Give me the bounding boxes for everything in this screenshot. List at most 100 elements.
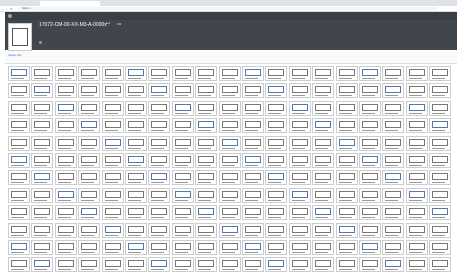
thumbnail-item[interactable] xyxy=(31,187,54,203)
thumbnail-item[interactable] xyxy=(242,153,264,168)
thumbnail-item[interactable] xyxy=(218,222,241,238)
thumbnail-item[interactable] xyxy=(429,170,452,186)
thumbnail-item[interactable] xyxy=(218,153,241,168)
thumbnail-item[interactable] xyxy=(171,66,194,81)
thumbnail-item[interactable] xyxy=(288,187,311,203)
thumbnail-item[interactable] xyxy=(382,135,405,151)
thumbnail-item[interactable] xyxy=(195,257,218,273)
thumbnail-item[interactable] xyxy=(171,83,194,99)
thumbnail-item[interactable] xyxy=(429,66,452,81)
thumbnail-item[interactable] xyxy=(359,170,381,186)
thumbnail-item[interactable] xyxy=(312,205,335,221)
thumbnail-item[interactable] xyxy=(195,187,218,203)
thumbnail-item[interactable] xyxy=(359,153,381,168)
thumbnail-item[interactable] xyxy=(288,135,311,151)
thumbnail-item[interactable] xyxy=(101,205,124,221)
thumbnail-item[interactable] xyxy=(359,118,381,134)
thumbnail-item[interactable] xyxy=(312,170,335,186)
thumbnail-item[interactable] xyxy=(125,170,147,186)
thumbnail-item[interactable] xyxy=(125,100,147,116)
thumbnail-item[interactable] xyxy=(54,240,77,255)
thumbnail-item[interactable] xyxy=(31,257,54,273)
thumbnail-item[interactable] xyxy=(54,187,77,203)
thumbnail-item[interactable] xyxy=(382,100,405,116)
thumbnail-item[interactable] xyxy=(195,118,218,134)
thumbnail-item[interactable] xyxy=(265,118,288,134)
thumbnail-item[interactable] xyxy=(195,205,218,221)
thumbnail-item[interactable] xyxy=(429,135,452,151)
thumbnail-item[interactable] xyxy=(359,135,381,151)
thumbnail-item[interactable] xyxy=(8,118,30,134)
thumbnail-item[interactable] xyxy=(171,187,194,203)
thumbnail-item[interactable] xyxy=(288,118,311,134)
thumbnail-item[interactable] xyxy=(31,170,54,186)
thumbnail-item[interactable] xyxy=(54,170,77,186)
thumbnail-item[interactable] xyxy=(171,135,194,151)
thumbnail-item[interactable] xyxy=(8,153,30,168)
thumbnail-item[interactable] xyxy=(265,66,288,81)
thumbnail-item[interactable] xyxy=(265,240,288,255)
thumbnail-item[interactable] xyxy=(148,66,171,81)
thumbnail-item[interactable] xyxy=(312,187,335,203)
thumbnail-item[interactable] xyxy=(242,257,264,273)
thumbnail-item[interactable] xyxy=(242,83,264,99)
thumbnail-item[interactable] xyxy=(218,100,241,116)
thumbnail-item[interactable] xyxy=(382,222,405,238)
thumbnail-item[interactable] xyxy=(359,100,381,116)
thumbnail-item[interactable] xyxy=(218,66,241,81)
thumbnail-item[interactable] xyxy=(8,222,30,238)
thumbnail-item[interactable] xyxy=(195,240,218,255)
thumbnail-item[interactable] xyxy=(148,240,171,255)
thumbnail-item[interactable] xyxy=(335,205,358,221)
thumbnail-item[interactable] xyxy=(335,240,358,255)
thumbnail-item[interactable] xyxy=(101,118,124,134)
thumbnail-item[interactable] xyxy=(78,118,101,134)
thumbnail-item[interactable] xyxy=(148,118,171,134)
thumbnail-item[interactable] xyxy=(78,240,101,255)
thumbnail-item[interactable] xyxy=(288,257,311,273)
thumbnail-item[interactable] xyxy=(312,100,335,116)
thumbnail-item[interactable] xyxy=(218,118,241,134)
thumbnail-item[interactable] xyxy=(265,135,288,151)
thumbnail-item[interactable] xyxy=(335,83,358,99)
thumbnail-item[interactable] xyxy=(312,153,335,168)
thumbnail-item[interactable] xyxy=(382,240,405,255)
thumbnail-item[interactable] xyxy=(242,187,264,203)
thumbnail-item[interactable] xyxy=(54,205,77,221)
thumbnail-item[interactable] xyxy=(218,170,241,186)
thumbnail-item[interactable] xyxy=(288,222,311,238)
thumbnail-item[interactable] xyxy=(218,83,241,99)
thumbnail-item[interactable] xyxy=(242,100,264,116)
thumbnail-item[interactable] xyxy=(54,153,77,168)
thumbnail-item[interactable] xyxy=(335,153,358,168)
thumbnail-item[interactable] xyxy=(382,66,405,81)
thumbnail-item[interactable] xyxy=(125,66,147,81)
thumbnail-item[interactable] xyxy=(359,66,381,81)
thumbnail-item[interactable] xyxy=(78,187,101,203)
thumbnail-item[interactable] xyxy=(218,187,241,203)
thumbnail-item[interactable] xyxy=(101,240,124,255)
thumbnail-item[interactable] xyxy=(429,257,452,273)
thumbnail-item[interactable] xyxy=(195,170,218,186)
thumbnail-item[interactable] xyxy=(242,170,264,186)
thumbnail-item[interactable] xyxy=(195,153,218,168)
thumbnail-item[interactable] xyxy=(405,118,428,134)
thumbnail-item[interactable] xyxy=(429,153,452,168)
thumbnail-item[interactable] xyxy=(265,187,288,203)
thumbnail-item[interactable] xyxy=(78,257,101,273)
thumbnail-item[interactable] xyxy=(382,257,405,273)
thumbnail-item[interactable] xyxy=(125,205,147,221)
sort-button[interactable]: A-Z xyxy=(106,22,110,25)
thumbnail-item[interactable] xyxy=(148,170,171,186)
thumbnail-item[interactable] xyxy=(101,100,124,116)
thumbnail-item[interactable] xyxy=(382,83,405,99)
thumbnail-item[interactable] xyxy=(78,100,101,116)
thumbnail-item[interactable] xyxy=(242,66,264,81)
thumbnail-item[interactable] xyxy=(429,118,452,134)
thumbnail-item[interactable] xyxy=(405,170,428,186)
thumbnail-item[interactable] xyxy=(242,240,264,255)
thumbnail-item[interactable] xyxy=(78,153,101,168)
thumbnail-item[interactable] xyxy=(405,222,428,238)
thumbnail-item[interactable] xyxy=(171,205,194,221)
thumbnail-item[interactable] xyxy=(335,257,358,273)
